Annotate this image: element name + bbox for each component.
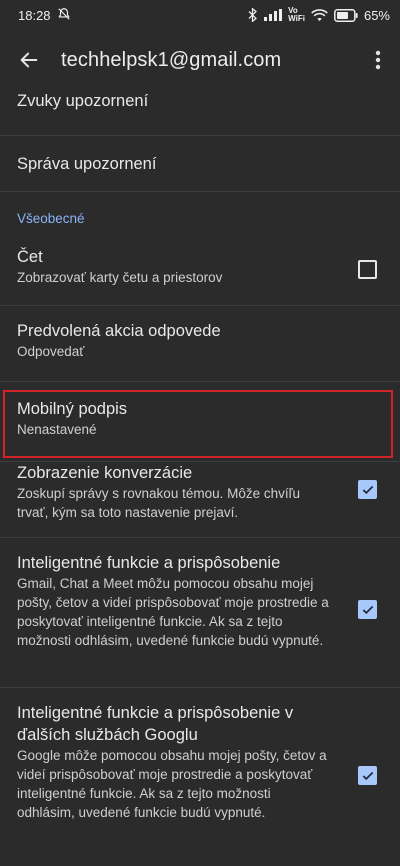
- chat-checkbox[interactable]: [358, 260, 377, 279]
- setting-title: Inteligentné funkcie a prispôsobenie v ď…: [17, 704, 294, 744]
- checkmark-icon: [362, 485, 373, 494]
- battery-percent: 65%: [363, 7, 390, 23]
- setting-subtitle: Google môže pomocou obsahu mojej pošty, …: [17, 748, 327, 820]
- battery-icon: [334, 8, 358, 22]
- smart-features-checkbox[interactable]: [358, 600, 377, 619]
- setting-subtitle: Zobrazovať karty četu a priestorov: [17, 270, 223, 285]
- settings-list: Zvuky upozornení Správa upozornení Všeob…: [0, 90, 400, 856]
- setting-smart-features[interactable]: Inteligentné funkcie a prispôsobenie Gma…: [0, 538, 400, 688]
- setting-subtitle: Nenastavené: [17, 422, 97, 437]
- checkmark-icon: [362, 605, 373, 614]
- more-vertical-icon: [375, 50, 381, 70]
- setting-default-reply[interactable]: Predvolená akcia odpovede Odpovedať: [0, 306, 400, 382]
- status-time: 18:28: [18, 7, 51, 23]
- setting-title: Čet: [17, 248, 43, 266]
- setting-mobile-signature[interactable]: Mobilný podpis Nenastavené: [0, 382, 400, 462]
- setting-subtitle: Gmail, Chat a Meet môžu pomocou obsahu m…: [17, 576, 329, 648]
- checkmark-icon: [362, 771, 373, 780]
- bluetooth-icon: [247, 8, 258, 22]
- setting-notification-sounds[interactable]: Zvuky upozornení: [0, 90, 400, 136]
- vowifi-icon: Vo WiFi: [288, 7, 305, 23]
- conversation-view-checkbox[interactable]: [358, 480, 377, 499]
- setting-title: Mobilný podpis: [17, 400, 128, 418]
- setting-smart-features-other[interactable]: Inteligentné funkcie a prispôsobenie v ď…: [0, 688, 400, 856]
- setting-title: Inteligentné funkcie a prispôsobenie: [17, 554, 281, 572]
- status-bar: 18:28 Vo WiFi 65%: [0, 0, 400, 30]
- setting-manage-notifications[interactable]: Správa upozornení: [0, 136, 400, 192]
- setting-title: Zobrazenie konverzácie: [17, 464, 193, 482]
- setting-title: Zvuky upozornení: [17, 92, 149, 110]
- app-bar: techhelpsk1@gmail.com: [0, 30, 400, 90]
- section-header-general: Všeobecné: [17, 211, 85, 226]
- back-button[interactable]: [13, 44, 45, 76]
- mute-icon: [57, 7, 71, 24]
- vowifi-bottom: WiFi: [288, 14, 305, 23]
- account-title: techhelpsk1@gmail.com: [61, 48, 282, 71]
- setting-title: Predvolená akcia odpovede: [17, 322, 221, 340]
- signal-icon: [264, 9, 283, 21]
- smart-features-other-checkbox[interactable]: [358, 766, 377, 785]
- arrow-left-icon: [20, 52, 38, 68]
- setting-title: Správa upozornení: [17, 154, 157, 173]
- setting-subtitle: Zoskupí správy s rovnakou témou. Môže ch…: [17, 486, 301, 520]
- more-options-button[interactable]: [364, 44, 392, 76]
- wifi-icon: [311, 8, 328, 22]
- setting-chat[interactable]: Čet Zobrazovať karty četu a priestorov: [0, 232, 400, 306]
- setting-conversation-view[interactable]: Zobrazenie konverzácie Zoskupí správy s …: [0, 462, 400, 538]
- setting-subtitle: Odpovedať: [17, 344, 85, 359]
